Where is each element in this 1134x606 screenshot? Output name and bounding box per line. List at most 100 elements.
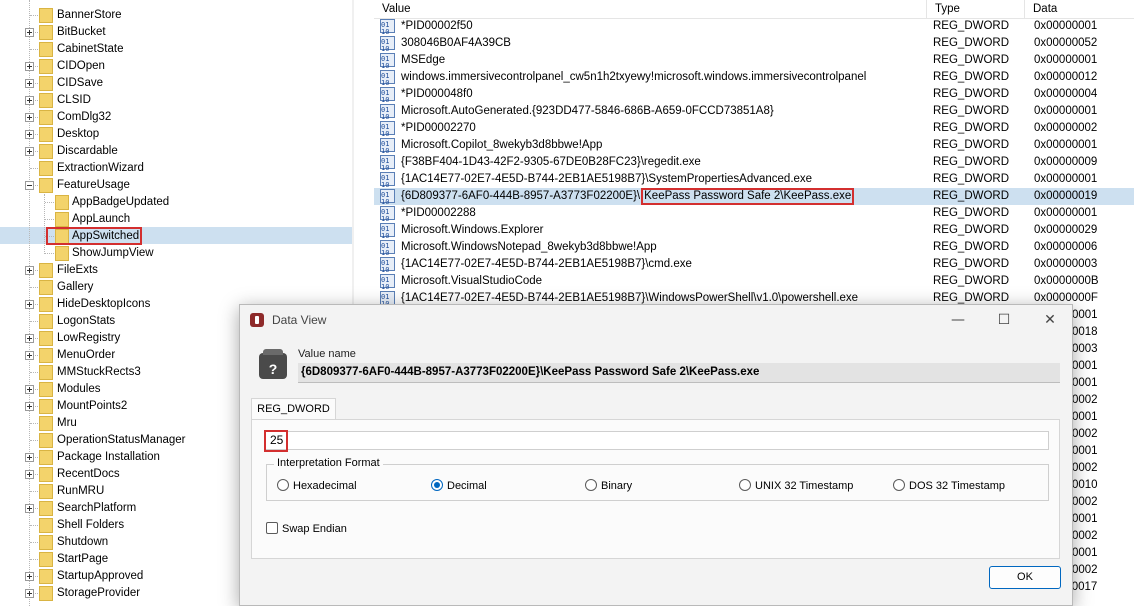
value-data-cell: 0x00000001 xyxy=(1034,105,1098,117)
tree-item[interactable]: BannerStore xyxy=(0,7,352,24)
expand-icon[interactable] xyxy=(25,113,34,122)
list-row[interactable]: {1AC14E77-02E7-4E5D-B744-2EB1AE5198B7}\c… xyxy=(374,255,1134,279)
tree-item-label: Package Installation xyxy=(57,451,160,463)
expand-icon[interactable] xyxy=(25,334,34,343)
list-row[interactable]: Microsoft.VisualStudioCode REG_DWORD 0x000… xyxy=(374,272,1134,296)
value-data-cell: 0x00000001 xyxy=(1034,54,1098,66)
tree-item[interactable]: BitBucket xyxy=(0,24,352,41)
close-button[interactable]: ✕ xyxy=(1027,309,1073,331)
expand-icon[interactable] xyxy=(25,589,34,598)
expand-icon[interactable] xyxy=(25,300,34,309)
value-name-field[interactable]: {6D809377-6AF0-444B-8957-A3773F02200E}\K… xyxy=(298,363,1060,383)
expand-icon[interactable] xyxy=(25,96,34,105)
expand-icon[interactable] xyxy=(25,453,34,462)
expand-icon[interactable] xyxy=(25,147,34,156)
folder-icon xyxy=(39,280,53,295)
collapse-icon[interactable] xyxy=(25,181,34,190)
tree-item[interactable]: CabinetState xyxy=(0,41,352,58)
list-row[interactable]: *PID00002288 REG_DWORD 0x00000001 xyxy=(374,204,1134,228)
radio-label: UNIX 32 Timestamp xyxy=(755,480,854,492)
appswitched-highlight-box xyxy=(46,227,142,245)
tree-item-label: FileExts xyxy=(57,264,98,276)
expand-icon[interactable] xyxy=(25,79,34,88)
list-row[interactable]: Microsoft.Copilot_8wekyb3d8bbwe!App REG_D… xyxy=(374,136,1134,160)
value-data-cell: 0001 xyxy=(1072,377,1098,389)
value-data-cell: 0x00000004 xyxy=(1034,88,1098,100)
tree-item-label: OperationStatusManager xyxy=(57,434,186,446)
tree-item[interactable]: AppBadgeUpdated xyxy=(0,194,352,211)
expand-icon[interactable] xyxy=(25,62,34,71)
list-row[interactable]: Microsoft.AutoGenerated.{923DD477-5846-6… xyxy=(374,102,1134,126)
tab-reg-dword[interactable]: REG_DWORD xyxy=(251,398,336,420)
tree-item[interactable]: FeatureUsage xyxy=(0,177,352,194)
tree-item-label: HideDesktopIcons xyxy=(57,298,151,310)
value-data-cell: 0x00000012 xyxy=(1034,71,1098,83)
list-row[interactable]: windows.immersivecontrolpanel_cw5n1h2txy… xyxy=(374,68,1134,92)
expand-icon[interactable] xyxy=(25,572,34,581)
folder-icon xyxy=(39,518,53,533)
value-data-cell: 0x00000003 xyxy=(1034,258,1098,270)
value-type-cell: REG_DWORD xyxy=(933,37,1010,49)
folder-icon xyxy=(39,365,53,380)
list-row[interactable]: {F38BF404-1D43-42F2-9305-67DE0B28FC23}\r… xyxy=(374,153,1134,177)
folder-icon xyxy=(39,110,53,125)
value-data-cell: 0x00000019 xyxy=(1034,190,1098,202)
value-name-cell: Microsoft.WindowsNotepad_8wekyb3d8bbwe!A… xyxy=(401,241,657,253)
folder-icon xyxy=(39,93,53,108)
value-data-cell: 0x00000006 xyxy=(1034,241,1098,253)
expand-icon[interactable] xyxy=(25,385,34,394)
tree-item[interactable]: CIDSave xyxy=(0,75,352,92)
list-row[interactable]: MSEdge REG_DWORD 0x00000001 xyxy=(374,51,1134,75)
list-row[interactable]: Microsoft.Windows.Explorer REG_DWORD 0x000… xyxy=(374,221,1134,245)
list-row[interactable]: 308046B0AF4A39CB REG_DWORD 0x00000052 xyxy=(374,34,1134,58)
tree-item[interactable]: Discardable xyxy=(0,143,352,160)
registry-value-icon xyxy=(380,272,395,296)
ok-button[interactable]: OK xyxy=(989,566,1061,589)
tree-guide-line xyxy=(30,168,38,169)
tree-item[interactable]: CLSID xyxy=(0,92,352,109)
minimize-button[interactable]: — xyxy=(935,309,981,331)
expand-icon[interactable] xyxy=(25,504,34,513)
maximize-button[interactable]: ☐ xyxy=(981,309,1027,331)
list-row[interactable]: *PID00002f50 REG_DWORD 0x00000001 xyxy=(374,17,1134,41)
list-row[interactable]: Microsoft.WindowsNotepad_8wekyb3d8bbwe!A… xyxy=(374,238,1134,262)
tree-item[interactable]: ComDlg32 xyxy=(0,109,352,126)
list-row[interactable]: {1AC14E77-02E7-4E5D-B744-2EB1AE5198B7}\S… xyxy=(374,170,1134,194)
expand-icon[interactable] xyxy=(25,266,34,275)
value-name-cell: Microsoft.VisualStudioCode xyxy=(401,275,543,287)
tree-item[interactable]: ShowJumpView xyxy=(0,245,352,262)
column-header-data[interactable]: Data xyxy=(1025,0,1134,18)
folder-icon xyxy=(39,450,53,465)
tree-item[interactable]: Desktop xyxy=(0,126,352,143)
tree-item-label: Shell Folders xyxy=(57,519,125,531)
dialog-titlebar[interactable]: Data View — ☐ ✕ xyxy=(240,305,1072,335)
expand-icon[interactable] xyxy=(25,28,34,37)
folder-icon xyxy=(55,195,69,210)
registry-value-icon xyxy=(380,170,395,194)
value-suffix: KeePass Password Safe 2\KeePass.exe xyxy=(641,188,855,205)
list-row[interactable]: *PID00002270 REG_DWORD 0x00000002 xyxy=(374,119,1134,143)
folder-icon xyxy=(39,314,53,329)
tree-item[interactable]: FileExts xyxy=(0,262,352,279)
value-type-cell: REG_DWORD xyxy=(933,88,1010,100)
list-row[interactable]: {6D809377-6AF0-444B-8957-A3773F02200E}\K… xyxy=(374,187,1134,211)
tree-item-label: Gallery xyxy=(57,281,94,293)
tree-item[interactable]: AppLaunch xyxy=(0,211,352,228)
registry-value-icon xyxy=(380,221,395,245)
column-header-value[interactable]: Value xyxy=(374,0,927,18)
expand-icon[interactable] xyxy=(25,470,34,479)
expand-icon[interactable] xyxy=(25,402,34,411)
tree-item[interactable]: Gallery xyxy=(0,279,352,296)
radio-circle xyxy=(431,479,443,491)
registry-value-icon xyxy=(380,85,395,109)
value-name-cell: *PID00002f50 xyxy=(401,20,473,32)
tree-item[interactable]: ExtractionWizard xyxy=(0,160,352,177)
value-data-cell: 0001 xyxy=(1072,547,1098,559)
value-data-cell: 0001 xyxy=(1072,411,1098,423)
list-row[interactable]: *PID000048f0 REG_DWORD 0x00000004 xyxy=(374,85,1134,109)
expand-icon[interactable] xyxy=(25,351,34,360)
expand-icon[interactable] xyxy=(25,130,34,139)
column-header-type[interactable]: Type xyxy=(927,0,1025,18)
data-value-input[interactable]: 25 xyxy=(265,431,1049,450)
tree-item[interactable]: CIDOpen xyxy=(0,58,352,75)
